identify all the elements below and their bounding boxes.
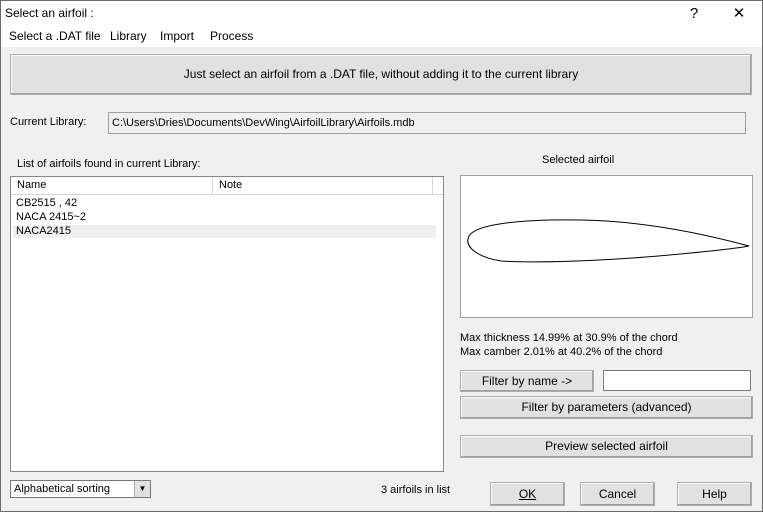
menu-process[interactable]: Process xyxy=(210,29,253,43)
airfoil-list[interactable]: Name Note CB2515 , 42 NACA 2415~2 NACA24… xyxy=(10,176,444,472)
ok-label: OK xyxy=(518,487,537,501)
max-camber-text: Max camber 2.01% at 40.2% of the chord xyxy=(460,346,663,358)
select-dat-file-label: Just select an airfoil from a .DAT file,… xyxy=(183,67,579,81)
filter-by-parameters-button[interactable]: Filter by parameters (advanced) xyxy=(460,396,753,419)
list-item-selected[interactable]: NACA2415 xyxy=(13,225,436,238)
cancel-button[interactable]: Cancel xyxy=(580,482,655,506)
column-header-name[interactable]: Name xyxy=(11,177,213,194)
library-path-value: C:\Users\Dries\Documents\DevWing\Airfoil… xyxy=(112,117,415,129)
max-thickness-text: Max thickness 14.99% at 30.9% of the cho… xyxy=(460,332,678,344)
airfoil-count: 3 airfoils in list xyxy=(381,484,451,496)
airfoil-shape-icon xyxy=(467,219,750,263)
column-name-label: Name xyxy=(17,179,47,191)
filter-by-parameters-label: Filter by parameters (advanced) xyxy=(521,400,692,414)
column-header-note[interactable]: Note xyxy=(213,177,433,194)
filter-name-input[interactable] xyxy=(603,370,751,391)
list-item[interactable]: CB2515 , 42 xyxy=(13,197,436,210)
chevron-down-icon[interactable]: ▼ xyxy=(134,481,150,497)
help-title-button[interactable]: ? xyxy=(672,1,716,27)
airfoil-preview xyxy=(460,175,753,318)
current-library-label: Current Library: xyxy=(10,116,87,128)
selected-airfoil-caption: Selected airfoil xyxy=(542,154,615,166)
question-icon: ? xyxy=(689,5,699,22)
list-caption: List of airfoils found in current Librar… xyxy=(17,158,201,170)
column-header-filler xyxy=(433,177,443,194)
sorting-value: Alphabetical sorting xyxy=(14,483,111,495)
window-title: Select an airfoil : xyxy=(5,6,94,20)
filter-by-name-button[interactable]: Filter by name -> xyxy=(460,370,594,392)
sorting-select[interactable]: Alphabetical sorting ▼ xyxy=(10,480,151,498)
select-dat-file-button[interactable]: Just select an airfoil from a .DAT file,… xyxy=(10,54,752,95)
airfoil-name: CB2515 , 42 xyxy=(16,197,78,209)
column-note-label: Note xyxy=(219,179,243,191)
list-header: Name Note xyxy=(11,177,443,195)
help-label: Help xyxy=(702,487,727,501)
preview-airfoil-button[interactable]: Preview selected airfoil xyxy=(460,435,753,458)
close-icon: ✕ xyxy=(732,5,746,22)
airfoil-name: NACA 2415~2 xyxy=(16,211,87,223)
menu-library[interactable]: Library xyxy=(110,29,147,43)
airfoil-name: NACA2415 xyxy=(16,225,72,237)
close-button[interactable]: ✕ xyxy=(717,1,761,27)
ok-button[interactable]: OK xyxy=(490,482,565,506)
cancel-label: Cancel xyxy=(598,487,637,501)
title-bar: Select an airfoil : ? ✕ xyxy=(1,1,762,27)
filter-by-name-label: Filter by name -> xyxy=(481,374,573,388)
menu-select-dat-file[interactable]: Select a .DAT file xyxy=(9,29,101,43)
airfoil-dialog: Select an airfoil : ? ✕ Select a .DAT fi… xyxy=(0,0,763,512)
library-path-field: C:\Users\Dries\Documents\DevWing\Airfoil… xyxy=(108,112,746,134)
menu-bar: Select a .DAT file Library Import Proces… xyxy=(1,27,762,47)
list-item[interactable]: NACA 2415~2 xyxy=(13,211,436,224)
help-button[interactable]: Help xyxy=(677,482,752,506)
preview-airfoil-label: Preview selected airfoil xyxy=(545,439,668,453)
menu-import[interactable]: Import xyxy=(160,29,194,43)
